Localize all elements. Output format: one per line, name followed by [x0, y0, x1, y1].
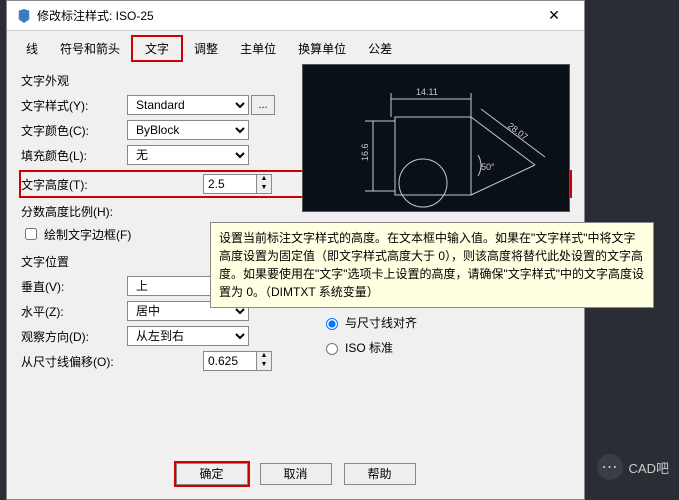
tab-symbols[interactable]: 符号和箭头	[49, 35, 131, 62]
wechat-icon: ⋯	[597, 454, 623, 480]
select-text-color[interactable]: ByBlock	[127, 120, 249, 140]
label-text-color: 文字颜色(C):	[21, 122, 127, 139]
label-fraction-scale: 分数高度比例(H):	[21, 203, 151, 220]
checkbox-draw-frame[interactable]	[25, 228, 37, 240]
select-fill-color[interactable]: 无	[127, 145, 249, 165]
spinner-text-height[interactable]: ▲▼	[257, 174, 272, 194]
label-offset: 从尺寸线偏移(O):	[21, 353, 151, 370]
app-icon	[17, 9, 31, 23]
titlebar: 修改标注样式: ISO-25 ✕	[7, 1, 584, 31]
help-button[interactable]: 帮助	[344, 463, 416, 485]
preview-dim-left: 16.6	[360, 143, 370, 161]
tab-lines[interactable]: 线	[15, 35, 49, 62]
label-view-direction: 观察方向(D):	[21, 328, 127, 345]
label-draw-frame: 绘制文字边框(F)	[44, 226, 131, 243]
button-text-style-browse[interactable]: ...	[251, 95, 275, 115]
button-bar: 确定 取消 帮助	[7, 453, 584, 499]
select-view-direction[interactable]: 从左到右	[127, 326, 249, 346]
input-offset[interactable]	[203, 351, 257, 371]
radio-align-iso[interactable]	[326, 343, 338, 355]
watermark: ⋯ CAD吧	[597, 454, 669, 480]
cancel-button[interactable]: 取消	[260, 463, 332, 485]
preview-pane: 14.11 16.6 28.07 50°	[302, 64, 570, 212]
tab-fit[interactable]: 调整	[183, 35, 229, 62]
preview-dim-top: 14.11	[416, 87, 438, 97]
input-text-height[interactable]	[203, 174, 257, 194]
label-text-style: 文字样式(Y):	[21, 97, 127, 114]
label-text-height: 文字高度(T):	[21, 176, 127, 193]
preview-dim-angle: 50°	[481, 162, 495, 172]
tab-tolerance[interactable]: 公差	[357, 35, 403, 62]
label-align-dimline: 与尺寸线对齐	[345, 314, 417, 331]
ok-button[interactable]: 确定	[176, 463, 248, 485]
preview-dim-diag: 28.07	[506, 121, 530, 143]
label-align-iso: ISO 标准	[345, 339, 393, 356]
dialog-title: 修改标注样式: ISO-25	[37, 7, 534, 24]
label-vertical: 垂直(V):	[21, 278, 127, 295]
tab-alt-units[interactable]: 换算单位	[287, 35, 357, 62]
spinner-offset[interactable]: ▲▼	[257, 351, 272, 371]
label-fill-color: 填充颜色(L):	[21, 147, 127, 164]
tooltip: 设置当前标注文字样式的高度。在文本框中输入值。如果在"文字样式"中将文字高度设置…	[210, 222, 654, 308]
label-horizontal: 水平(Z):	[21, 303, 127, 320]
select-text-style[interactable]: Standard	[127, 95, 249, 115]
tab-strip: 线 符号和箭头 文字 调整 主单位 换算单位 公差	[7, 31, 584, 62]
tab-text[interactable]: 文字	[131, 35, 183, 62]
watermark-label: CAD吧	[629, 458, 669, 477]
tab-primary-units[interactable]: 主单位	[229, 35, 287, 62]
radio-align-dimline[interactable]	[326, 318, 338, 330]
close-button[interactable]: ✕	[534, 7, 574, 24]
